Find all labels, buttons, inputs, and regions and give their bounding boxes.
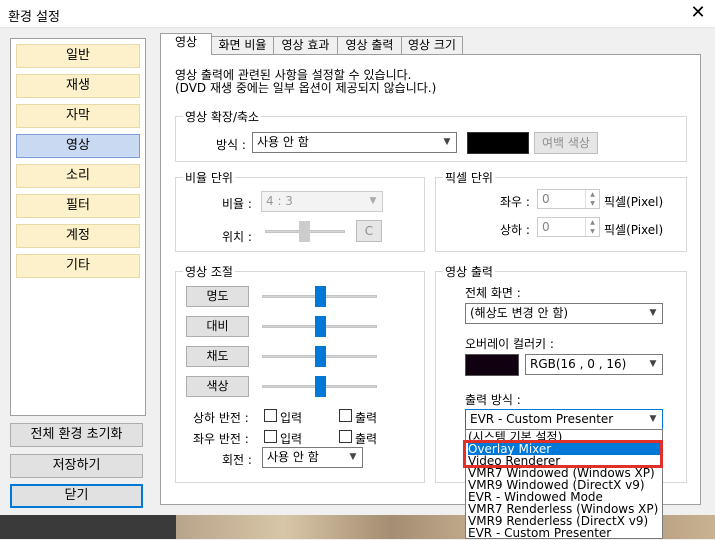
save-button[interactable]: 저장하기 [10, 454, 143, 478]
sidebar-item-video[interactable]: 영상 [16, 134, 140, 158]
tab-video-effect[interactable]: 영상 효과 [273, 36, 338, 54]
pixel-lr-unit: 픽셀(Pixel) [604, 195, 664, 209]
margin-color-button[interactable]: 여백 색상 [534, 132, 598, 154]
description-line-2: (DVD 재생 중에는 일부 옵션이 제공되지 않습니다.) [175, 81, 437, 95]
hflip-label: 좌우 반전 : [193, 432, 249, 446]
output-group-label: 영상 출력 [443, 263, 495, 280]
tab-video[interactable]: 영상 [160, 33, 212, 55]
hflip-input-label: 입력 [280, 432, 303, 446]
chevron-down-icon: ▼ [649, 414, 657, 424]
highlight-box [463, 440, 663, 468]
pixel-lr-value: 0 [542, 192, 550, 206]
vflip-output-checkbox[interactable] [339, 409, 352, 422]
fullscreen-label: 전체 화면 : [465, 286, 521, 300]
reset-all-button[interactable]: 전체 환경 초기화 [10, 423, 143, 447]
ratio-group-label: 비율 단위 [183, 169, 235, 186]
hflip-output-label: 출력 [355, 432, 378, 446]
close-icon[interactable]: ✕ [686, 2, 710, 26]
window-title: 환경 설정 [8, 10, 60, 25]
output-method-label: 출력 방식 : [465, 393, 521, 407]
sidebar-item-general[interactable]: 일반 [16, 44, 140, 68]
chevron-down-icon: ▼ [649, 308, 657, 318]
chevron-down-icon: ▼ [649, 359, 657, 369]
position-label: 위치 : [222, 230, 252, 244]
overlay-colorkey-label: 오버레이 컬러키 : [465, 337, 554, 351]
contrast-slider-thumb[interactable] [315, 316, 326, 337]
vflip-label: 상하 반전 : [193, 411, 249, 425]
sidebar-item-etc[interactable]: 기타 [16, 254, 140, 278]
chevron-down-icon: ▼ [349, 452, 357, 462]
margin-color-swatch [467, 132, 529, 154]
rotate-select[interactable]: 사용 안 함 ▼ [262, 447, 363, 468]
expand-group-label: 영상 확장/축소 [183, 108, 262, 125]
sidebar-item-sound[interactable]: 소리 [16, 164, 140, 188]
adjust-group-label: 영상 조절 [183, 263, 235, 280]
tab-video-size[interactable]: 영상 크기 [401, 36, 463, 54]
hflip-input-checkbox[interactable] [264, 430, 277, 443]
spin-up-icon[interactable]: ▲ [585, 190, 599, 199]
vflip-input-checkbox[interactable] [264, 409, 277, 422]
pixel-ud-input[interactable]: 0 ▲ ▼ [537, 217, 600, 237]
center-button[interactable]: C [356, 220, 382, 242]
pixel-lr-label: 좌우 : [500, 195, 530, 209]
chevron-down-icon: ▼ [369, 196, 377, 206]
ratio-value: 4 : 3 [266, 194, 293, 208]
dropdown-option[interactable]: EVR - Custom Presenter [468, 527, 661, 539]
hflip-output-checkbox[interactable] [339, 430, 352, 443]
title-bar [0, 0, 715, 28]
expand-method-select[interactable]: 사용 안 함 ▼ [252, 132, 457, 153]
rotate-label: 회전 : [222, 453, 252, 467]
sidebar: 일반 재생 자막 영상 소리 필터 계정 기타 [10, 38, 146, 416]
ratio-select[interactable]: 4 : 3 ▼ [261, 191, 383, 212]
output-method-select[interactable]: EVR - Custom Presenter ▼ [465, 409, 663, 430]
brightness-slider-thumb[interactable] [315, 286, 326, 307]
brightness-button[interactable]: 명도 [186, 286, 249, 307]
tab-aspect-ratio[interactable]: 화면 비율 [211, 36, 274, 54]
output-method-value: EVR - Custom Presenter [470, 412, 614, 426]
chevron-down-icon: ▼ [443, 137, 451, 147]
saturation-slider-thumb[interactable] [315, 346, 326, 367]
hue-button[interactable]: 색상 [186, 376, 249, 397]
vflip-output-label: 출력 [355, 411, 378, 425]
close-button[interactable]: 닫기 [10, 484, 143, 508]
pixel-group-label: 픽셀 단위 [443, 169, 495, 186]
expand-method-value: 사용 안 함 [257, 135, 309, 149]
vflip-input-label: 입력 [280, 411, 303, 425]
pixel-ud-value: 0 [542, 220, 550, 234]
pixel-lr-input[interactable]: 0 ▲ ▼ [537, 189, 600, 209]
expand-method-label: 방식 : [216, 138, 246, 152]
sidebar-item-subtitle[interactable]: 자막 [16, 104, 140, 128]
position-slider-thumb[interactable] [299, 221, 310, 242]
sidebar-item-filter[interactable]: 필터 [16, 194, 140, 218]
saturation-button[interactable]: 채도 [186, 346, 249, 367]
sidebar-item-account[interactable]: 계정 [16, 224, 140, 248]
ratio-label: 비율 : [222, 197, 252, 211]
sidebar-item-playback[interactable]: 재생 [16, 74, 140, 98]
spin-up-icon[interactable]: ▲ [585, 218, 599, 227]
overlay-color-select[interactable]: RGB(16 , 0 , 16) ▼ [525, 354, 663, 375]
tab-video-output[interactable]: 영상 출력 [337, 36, 402, 54]
fullscreen-value: (해상도 변경 안 함) [470, 306, 569, 320]
spin-down-icon[interactable]: ▼ [585, 199, 599, 208]
pixel-ud-unit: 픽셀(Pixel) [604, 223, 664, 237]
fullscreen-select[interactable]: (해상도 변경 안 함) ▼ [465, 303, 663, 324]
spin-down-icon[interactable]: ▼ [585, 227, 599, 236]
overlay-color-value: RGB(16 , 0 , 16) [530, 357, 627, 371]
hue-slider-thumb[interactable] [315, 376, 326, 397]
pixel-ud-label: 상하 : [500, 223, 530, 237]
contrast-button[interactable]: 대비 [186, 316, 249, 337]
rotate-value: 사용 안 함 [267, 450, 319, 464]
overlay-color-swatch [465, 354, 519, 376]
